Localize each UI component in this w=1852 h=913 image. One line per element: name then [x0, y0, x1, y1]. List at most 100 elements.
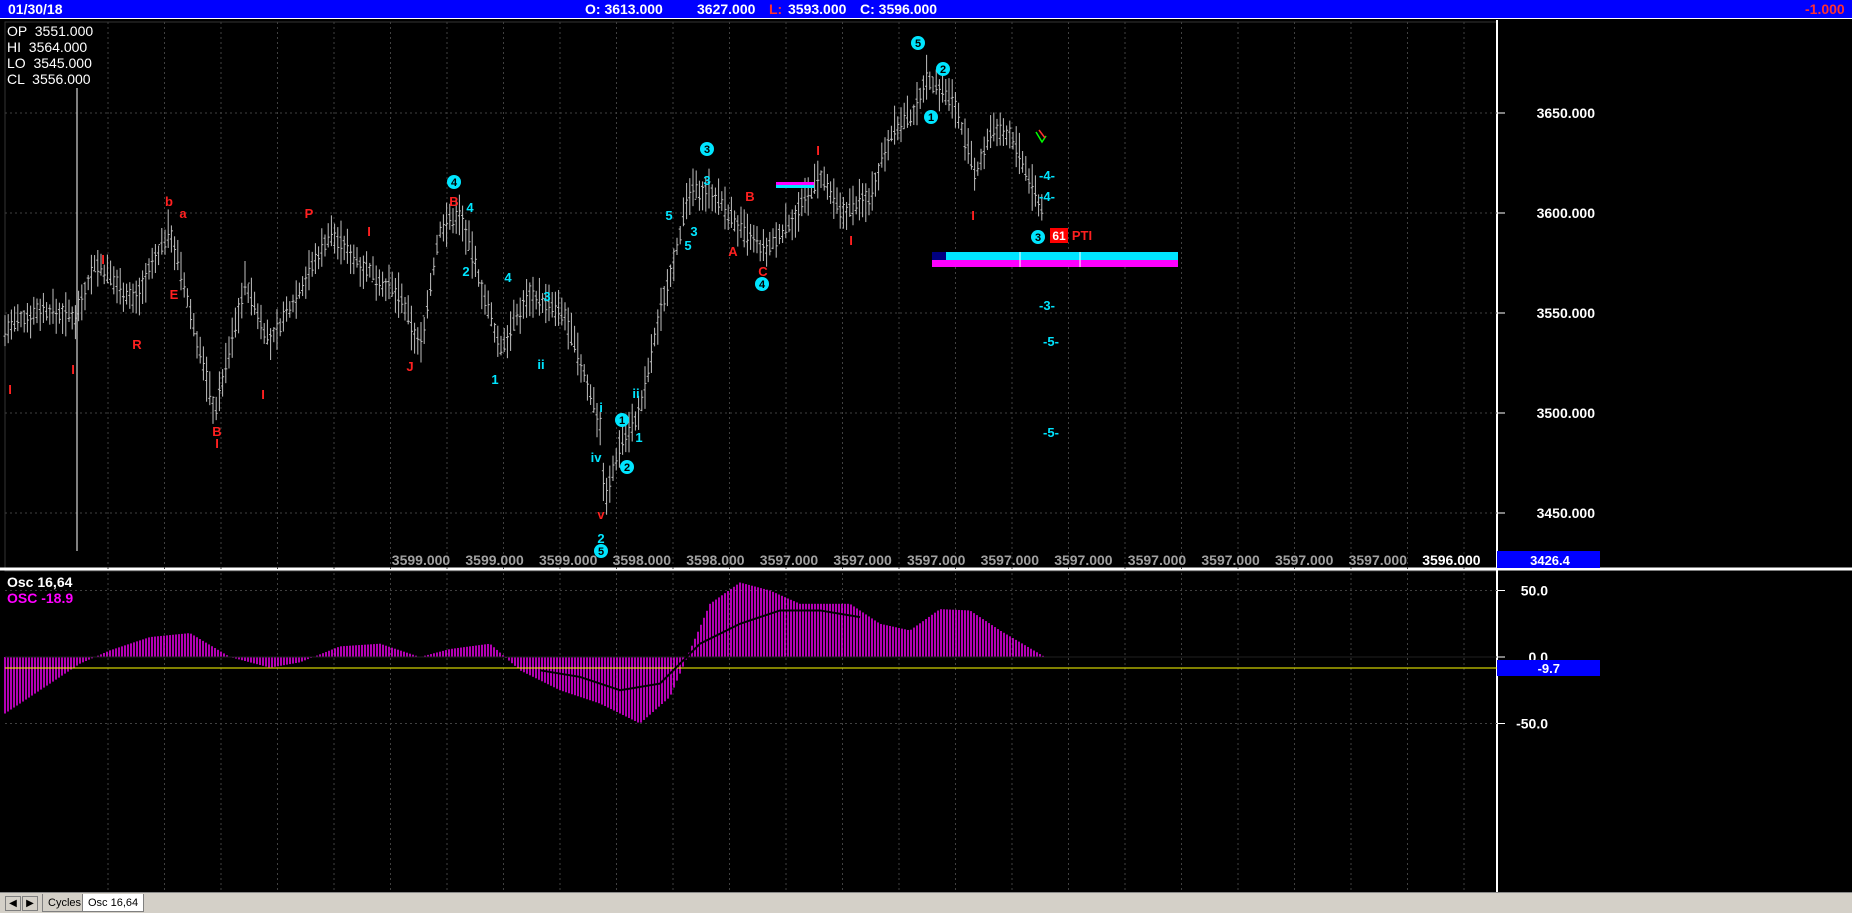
price-bar: [355, 247, 359, 268]
price-bar: [480, 279, 484, 310]
scroll-right-button[interactable]: ▶: [22, 896, 38, 911]
price-tick-label: 3550.000: [1537, 305, 1596, 321]
circled-wave-label: 3: [700, 142, 714, 156]
svg-text:3: 3: [1035, 232, 1041, 244]
wave-label-cyan: 1: [635, 430, 642, 445]
price-bar: [563, 302, 567, 331]
price-bar: [473, 245, 477, 277]
price-bar: [1033, 175, 1037, 207]
price-bar: [512, 299, 516, 331]
circled-wave-label: 2: [620, 460, 634, 474]
price-bar: [697, 180, 701, 211]
wave-label-cyan: 2: [462, 264, 469, 279]
price-bar: [985, 128, 989, 151]
price-bar: [537, 277, 541, 316]
wave-label-cyan: i: [599, 400, 603, 415]
time-axis-label: 3597.000: [981, 552, 1040, 568]
price-bar: [483, 284, 487, 315]
wave-label-red: b: [165, 194, 173, 209]
price-bar: [617, 430, 621, 468]
price-bar: [118, 268, 122, 305]
price-bar: [169, 225, 173, 253]
price-tick-label: 3650.000: [1537, 105, 1596, 121]
price-bar: [509, 311, 513, 351]
price-bar: [515, 303, 519, 326]
ohlc-open: OP 3551.000: [7, 23, 94, 39]
wave-label-red: I: [215, 436, 219, 451]
price-bar: [739, 206, 743, 238]
price-bar: [157, 244, 161, 266]
price-bar: [313, 243, 317, 275]
wave-label-red: I: [101, 252, 105, 267]
wave-label-cyan: 5: [684, 238, 691, 253]
price-bar: [323, 234, 327, 257]
price-bar: [89, 254, 93, 295]
price-bar: [384, 278, 388, 302]
price-bar: [963, 118, 967, 161]
price-bar: [173, 236, 177, 271]
price-bar: [521, 290, 525, 319]
price-bar: [83, 281, 87, 311]
price-bar: [813, 163, 817, 194]
price-bar: [77, 290, 81, 322]
price-bar: [758, 239, 762, 262]
price-bar: [317, 246, 321, 270]
price-bar: [691, 168, 695, 207]
price-bar: [278, 318, 282, 337]
price-bar: [22, 310, 26, 333]
price-bar: [477, 269, 481, 287]
price-bar: [957, 102, 961, 129]
wave-label-cyan: -4-: [1039, 189, 1055, 204]
price-bar: [163, 229, 167, 255]
price-bar: [745, 213, 749, 256]
signal-arrow: [1038, 129, 1046, 139]
price-bar: [214, 396, 218, 421]
price-bar: [960, 121, 964, 135]
price-bar: [601, 462, 605, 502]
price-bar: [365, 251, 369, 282]
chart-canvas[interactable]: 3650.000 3600.000 3550.000 3500.000 3450.000…: [0, 20, 1852, 892]
price-bar: [966, 128, 970, 164]
price-bar: [797, 192, 801, 232]
price-bar: [131, 283, 135, 313]
tab-osc[interactable]: Osc 16,64: [82, 894, 145, 912]
price-current-value: 3426.4: [1530, 553, 1571, 568]
price-bar: [464, 219, 468, 255]
wave-label-red: I: [971, 208, 975, 223]
projection-band-start: [932, 252, 946, 260]
tab-cycles[interactable]: Cycles: [42, 894, 88, 912]
price-bar: [38, 298, 42, 331]
price-bar: [109, 260, 113, 286]
price-bar: [755, 226, 759, 254]
price-bar: [921, 75, 925, 103]
price-bar: [41, 292, 45, 324]
wave-label-cyan: 4: [504, 270, 512, 285]
scroll-left-button[interactable]: ◀: [5, 896, 21, 911]
price-bar: [1005, 125, 1009, 146]
price-bar: [905, 95, 909, 128]
price-bar: [400, 283, 404, 314]
time-axis-label: 3597.000: [833, 552, 892, 568]
price-bar: [29, 305, 33, 339]
circled-wave-label: 1: [615, 413, 629, 427]
price-bar: [205, 356, 209, 402]
price-bar: [589, 384, 593, 405]
price-bar: [630, 403, 634, 442]
price-bar: [227, 336, 231, 369]
price-bar: [857, 178, 861, 221]
price-bar: [822, 166, 826, 191]
price-bar: [621, 425, 625, 455]
price-bar: [195, 331, 199, 359]
price-bar: [710, 184, 714, 212]
price-bar: [445, 202, 449, 247]
price-bar: [771, 228, 775, 250]
price-bar: [883, 137, 887, 172]
price-bar: [931, 76, 935, 94]
price-bar: [153, 243, 157, 274]
price-bar: [912, 104, 916, 125]
price-bar: [435, 234, 439, 255]
price-bar: [451, 208, 455, 234]
price-bar: [566, 307, 570, 350]
price-bar: [493, 322, 497, 343]
price-bar: [752, 224, 756, 253]
